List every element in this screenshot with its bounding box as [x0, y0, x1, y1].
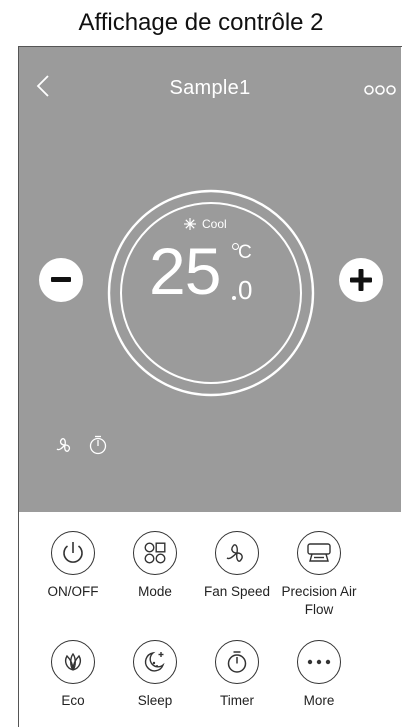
timer-icon — [227, 651, 247, 673]
sleep-button[interactable]: Sleep — [112, 640, 198, 710]
fan-speed-label: Fan Speed — [203, 584, 271, 599]
temperature-decimal: 0 — [238, 275, 253, 305]
timer-button[interactable]: Timer — [194, 640, 280, 710]
ellipsis-icon — [307, 659, 331, 665]
precision-air-flow-label: Precision Air Flow — [281, 584, 357, 617]
timer-label: Timer — [220, 693, 254, 708]
timer-icon — [89, 435, 107, 455]
on-off-label: ON/OFF — [47, 584, 99, 599]
more-label: More — [303, 693, 335, 708]
plus-icon — [350, 269, 372, 291]
mode-grid-icon — [144, 542, 166, 564]
temperature-value: 25 — [149, 234, 221, 308]
decrease-temperature-button[interactable] — [39, 258, 83, 302]
fan-speed-button[interactable]: Fan Speed — [194, 531, 280, 601]
air-flow-icon — [307, 543, 331, 562]
sleep-label: Sleep — [137, 693, 173, 708]
fan-icon — [56, 438, 71, 452]
leaf-icon — [64, 652, 82, 671]
increase-temperature-button[interactable] — [339, 258, 383, 302]
snowflake-icon — [184, 218, 196, 230]
more-dots-icon[interactable] — [363, 83, 397, 97]
decimal-point — [232, 296, 236, 300]
phone-frame: Sample1 Cool 25 C 0 ON/OFF Mode Fan Spee… — [18, 46, 402, 727]
page-caption: Affichage de contrôle 2 — [78, 9, 324, 36]
minus-icon — [51, 277, 71, 282]
precision-air-flow-button[interactable]: Precision Air Flow — [276, 531, 362, 619]
mode-button-label: Mode — [138, 584, 172, 599]
temperature-unit: C — [238, 242, 252, 263]
mode-indicator: Cool — [184, 217, 227, 231]
eco-button[interactable]: Eco — [30, 640, 116, 710]
more-button[interactable]: More — [276, 640, 362, 710]
mode-label: Cool — [202, 217, 227, 231]
mode-button[interactable]: Mode — [112, 531, 198, 601]
fan-icon — [226, 544, 243, 562]
eco-label: Eco — [61, 693, 85, 708]
on-off-button[interactable]: ON/OFF — [30, 531, 116, 601]
ac-display-panel: Sample1 Cool 25 C 0 — [19, 47, 401, 512]
page-title: Sample1 — [169, 77, 251, 99]
moon-icon — [144, 651, 165, 672]
power-icon — [63, 542, 83, 563]
status-icons — [55, 435, 107, 455]
